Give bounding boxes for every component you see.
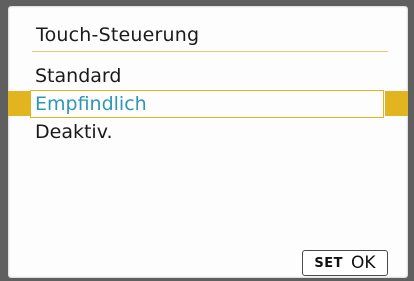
option-empfindlich[interactable]: Empfindlich: [8, 90, 408, 118]
camera-frame: Touch-Steuerung Standard Empfindlich Dea…: [0, 0, 414, 281]
option-list: Standard Empfindlich Deaktiv.: [8, 62, 408, 146]
set-ok-button[interactable]: SET OK: [302, 250, 388, 276]
option-standard[interactable]: Standard: [8, 62, 408, 90]
option-deaktiv[interactable]: Deaktiv.: [8, 118, 408, 146]
title-divider: [32, 51, 388, 52]
set-label: SET: [314, 255, 344, 271]
ok-label: OK: [351, 253, 376, 273]
lcd-screen: Touch-Steuerung Standard Empfindlich Dea…: [8, 6, 408, 278]
menu-title: Touch-Steuerung: [36, 24, 200, 46]
option-label: Standard: [35, 65, 122, 87]
option-label: Deaktiv.: [35, 121, 113, 143]
option-label: Empfindlich: [35, 93, 147, 115]
